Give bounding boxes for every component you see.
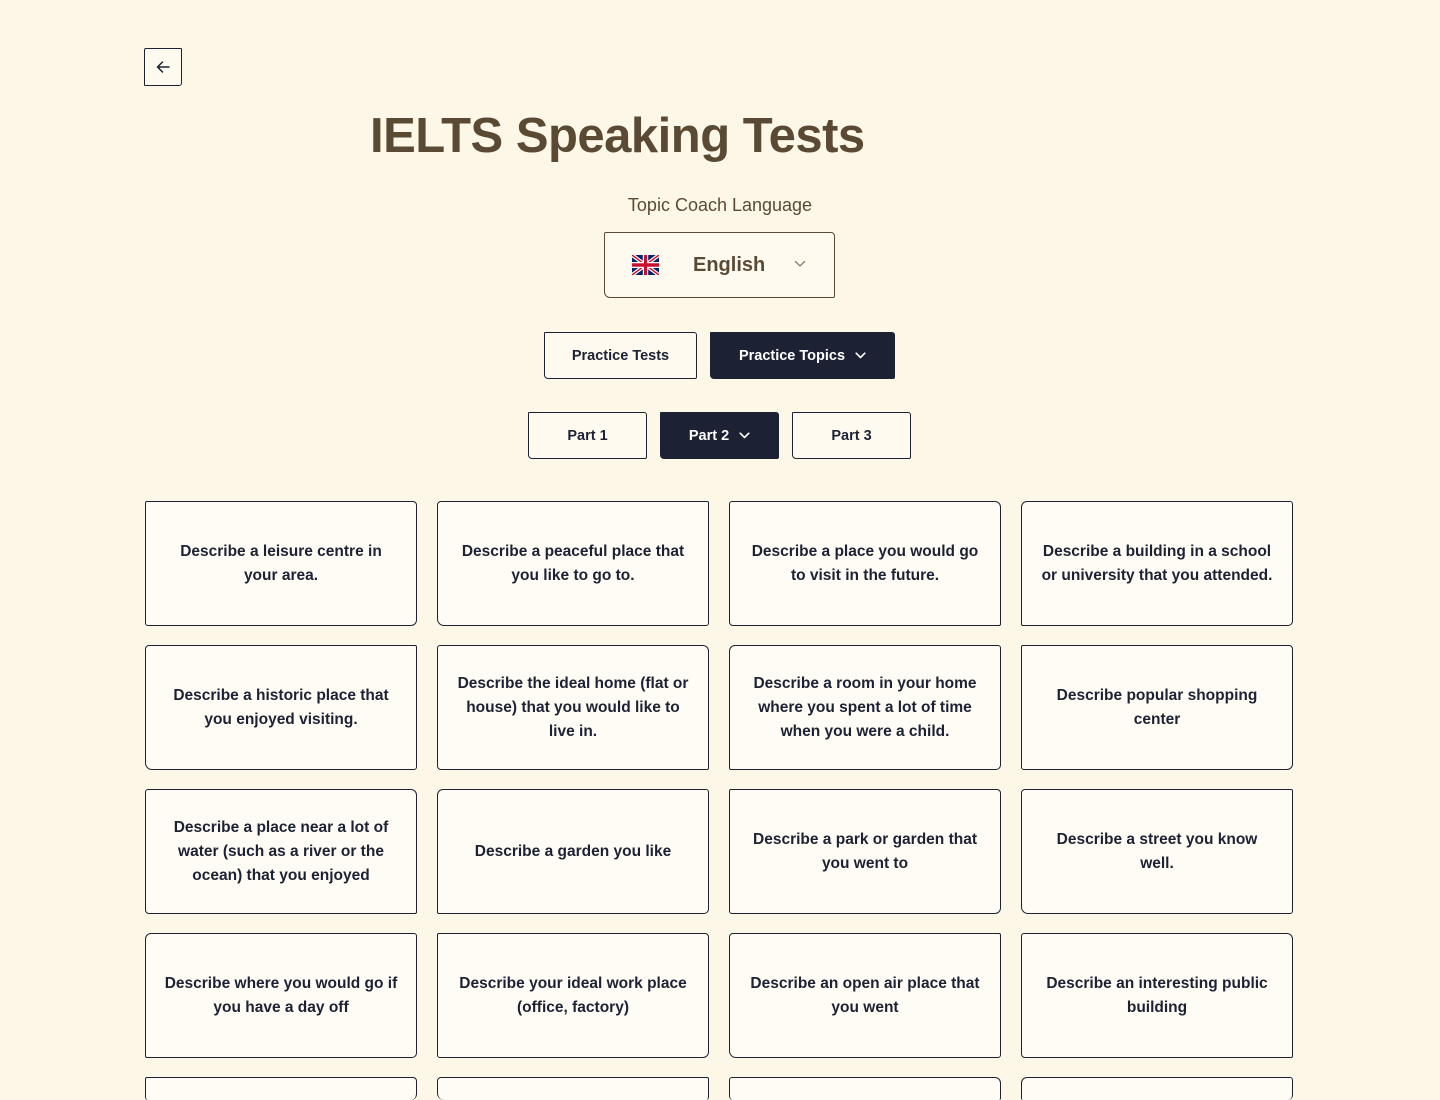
topic-card[interactable]: Describe a park or garden that you went …: [729, 789, 1001, 914]
topic-card[interactable]: Describe an interesting public building: [1021, 933, 1293, 1058]
tab-practice-tests-label: Practice Tests: [571, 347, 670, 364]
topic-card[interactable]: Describe a place near a lot of water (su…: [145, 789, 417, 914]
topic-card[interactable]: Describe the ideal home (flat or house) …: [437, 645, 709, 770]
language-label: Topic Coach Language: [627, 195, 813, 215]
topic-card[interactable]: Describe a street you know well.: [1021, 789, 1293, 914]
topic-card[interactable]: Describe where you would go if you have …: [145, 933, 417, 1058]
tab-part-2[interactable]: Part 2: [660, 412, 779, 459]
language-value: English: [693, 254, 766, 276]
page-title: IELTS Speaking Tests: [370, 109, 865, 163]
topic-card[interactable]: Describe popular shopping center: [1021, 645, 1293, 770]
language-select[interactable]: English: [604, 232, 835, 298]
topic-card[interactable]: Describe a historic place that you enjoy…: [145, 645, 417, 770]
tab-part-2-label: Part 2: [688, 427, 730, 444]
chevron-down-icon: [794, 260, 806, 267]
tab-part-3[interactable]: Part 3: [792, 412, 911, 459]
tab-part-1-label: Part 1: [567, 427, 608, 444]
arrow-left-icon: [156, 61, 170, 73]
topic-card[interactable]: Describe a building in a school or unive…: [1021, 501, 1293, 626]
back-button[interactable]: [144, 48, 182, 86]
topic-card[interactable]: Describe a place you would go to visit i…: [729, 501, 1001, 626]
uk-flag-icon: [632, 255, 659, 275]
topic-card[interactable]: Describe an open air place that you went: [729, 933, 1001, 1058]
tab-part-1[interactable]: Part 1: [528, 412, 647, 459]
topic-card[interactable]: Describe a peaceful place that you like …: [437, 501, 709, 626]
tab-practice-tests[interactable]: Practice Tests: [544, 332, 697, 379]
chevron-down-icon: [855, 352, 866, 359]
chevron-down-icon: [739, 432, 750, 439]
topic-card[interactable]: [1021, 1077, 1293, 1100]
topic-card[interactable]: Describe your ideal work place (office, …: [437, 933, 709, 1058]
topic-card[interactable]: Describe a room in your home where you s…: [729, 645, 1001, 770]
topic-card[interactable]: [437, 1077, 709, 1100]
topic-card[interactable]: Describe a garden you like: [437, 789, 709, 914]
tab-practice-topics[interactable]: Practice Topics: [710, 332, 895, 379]
tab-part-3-label: Part 3: [831, 427, 872, 444]
topic-card[interactable]: Describe a leisure centre in your area.: [145, 501, 417, 626]
tab-practice-topics-label: Practice Topics: [738, 347, 846, 364]
topic-card[interactable]: [145, 1077, 417, 1100]
topic-card[interactable]: [729, 1077, 1001, 1100]
